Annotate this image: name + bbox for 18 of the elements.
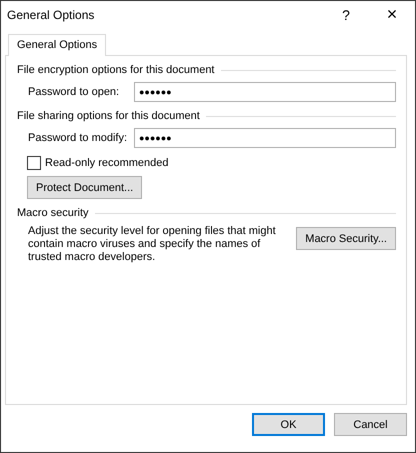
- section-heading: File encryption options for this document: [17, 64, 214, 76]
- section-heading: Macro security: [17, 207, 89, 219]
- field-label: Password to open:: [28, 86, 120, 98]
- ok-button[interactable]: OK: [252, 413, 325, 436]
- description-text: Adjust the security level for opening files that might contain macro viruses and specify the names of trusted macro developers.: [28, 225, 277, 264]
- field-label: Password to modify:: [28, 132, 128, 144]
- tab[interactable]: General Options: [8, 34, 106, 56]
- password-field[interactable]: ●●●●●●: [134, 128, 396, 148]
- window-title: General Options: [7, 8, 96, 22]
- cancel-button[interactable]: Cancel: [334, 413, 407, 436]
- checkbox[interactable]: [27, 156, 41, 170]
- password-field[interactable]: ●●●●●●: [134, 82, 396, 102]
- section-heading: File sharing options for this document: [17, 110, 200, 122]
- close-button[interactable]: ×: [369, 1, 415, 28]
- checkbox-label: Read-only recommended: [45, 157, 169, 169]
- help-button[interactable]: ?: [323, 1, 369, 28]
- protect-document-button[interactable]: Protect Document...: [27, 176, 142, 199]
- macro-security-button[interactable]: Macro Security...: [296, 227, 396, 250]
